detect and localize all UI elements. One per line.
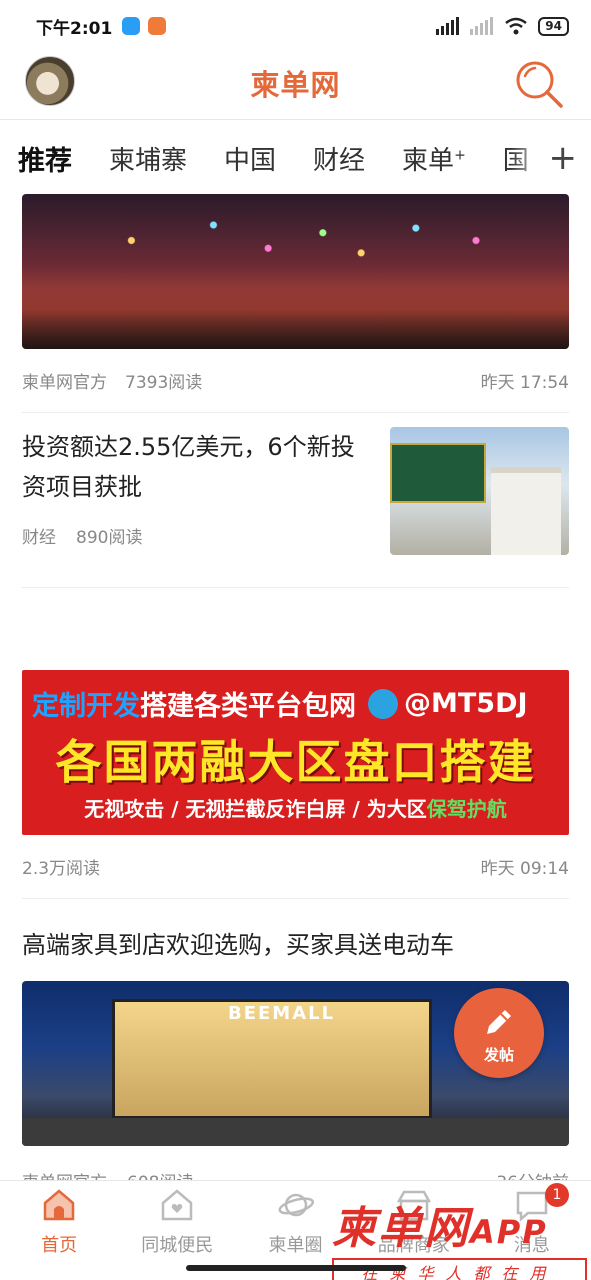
tab-finance[interactable]: 财经 [313,140,365,177]
list-item[interactable]: 投资额达2.55亿美元，6个新投资项目获批 财经 890阅读 [22,413,569,588]
ad-line3-white: 无视攻击 / 无视拦截反诈白屏 / 为大区 [84,797,427,821]
article-image-night-street[interactable] [22,194,569,349]
status-bar: 下午2:01 94 [0,0,591,52]
category-tabs: 推荐 柬埔寨 中国 财经 柬单+ 国 + [0,122,591,194]
ad-line1-blue: 定制开发 [32,691,140,722]
nav-label: 同城便民 [141,1235,214,1256]
ad-line1-white: 搭建各类平台包网 [140,691,356,722]
home-indicator [186,1265,406,1271]
article-title[interactable]: 高端家具到店欢迎选购，买家具送电动车 [22,899,569,981]
article-text: 投资额达2.55亿美元，6个新投资项目获批 财经 890阅读 [22,427,367,587]
store-road [22,1118,569,1146]
planet-icon [278,1193,314,1217]
tab-recommended[interactable]: 推荐 [18,139,72,194]
nav-label: 柬单圈 [268,1235,323,1256]
status-indicators: 94 [436,16,569,36]
ad-headline: 各国两融大区盘口搭建 [55,735,536,789]
message-badge: 1 [545,1183,570,1207]
home-icon [43,1189,75,1221]
store-sign: BEEMALL [228,1003,336,1024]
image-lights [22,194,569,349]
ad-reads: 2.3万阅读 [22,859,101,879]
house-heart-icon [162,1189,193,1221]
nav-messages[interactable]: 消息 1 [473,1181,591,1280]
shop-icon [396,1190,431,1221]
ad-line3-green: 保驾护航 [426,797,507,821]
thumbnail-building [491,467,561,555]
ad-line3: 无视攻击 / 无视拦截反诈白屏 / 为大区保驾护航 [22,793,569,822]
notification-app-icon [122,17,141,35]
article-author: 柬单网官方 [22,373,107,393]
nav-label: 首页 [41,1235,78,1256]
tab-label: 财经 [313,145,366,176]
ad-handle: @MT5DJ [404,688,528,719]
ad-banner[interactable]: 定制开发 搭建各类平台包网 @MT5DJ 各国两融大区盘口搭建 无视攻击 / 无… [22,670,569,835]
ad-time: 昨天 09:14 [480,859,569,879]
wifi-icon [505,17,528,35]
article-time: 昨天 17:54 [480,373,569,393]
ad-line1: 定制开发 搭建各类平台包网 @MT5DJ [32,684,528,723]
nav-label: 消息 [513,1235,550,1256]
signal-icon [436,17,460,35]
article-category: 财经 [22,528,56,548]
article-title: 投资额达2.55亿美元，6个新投资项目获批 [22,433,355,501]
article-meta: 财经 890阅读 [22,523,367,548]
nav-home[interactable]: 首页 [0,1181,118,1280]
tab-label: 柬埔寨 [109,145,188,176]
tab-more: + [511,122,591,194]
signal-2-icon [470,17,494,35]
tab-label: 柬单 [402,145,455,176]
search-icon[interactable] [513,58,565,110]
article-meta: 柬单网官方 7393阅读 昨天 17:54 [22,349,569,413]
ad-meta: 2.3万阅读 昨天 09:14 [22,835,569,899]
status-app-icons [122,17,167,35]
plus-icon[interactable]: + [549,141,578,175]
nav-label: 品牌商家 [377,1235,450,1256]
tab-cambodia[interactable]: 柬埔寨 [109,140,187,177]
app-title: 柬单网 [250,68,341,102]
status-time: 下午2:01 [36,18,113,39]
meta-left: 柬单网官方 7393阅读 [22,368,202,393]
article-reads: 7393阅读 [125,373,203,393]
notification-app-icon [148,17,167,35]
post-button-label: 发帖 [483,1045,514,1064]
tab-superscript: + [454,146,466,163]
tab-china[interactable]: 中国 [224,140,276,177]
article-thumbnail [390,427,569,555]
tab-jiandan-plus[interactable]: 柬单+ [402,140,466,177]
battery-indicator: 94 [538,16,569,36]
thumbnail-sign [390,443,486,503]
article-reads: 890阅读 [76,528,143,548]
telegram-icon [368,688,398,719]
app-header: 柬单网 [0,52,591,120]
tab-label: 推荐 [18,145,72,177]
pen-icon [487,1009,511,1034]
tab-label: 中国 [224,145,277,176]
post-button[interactable]: 发帖 [454,988,544,1078]
